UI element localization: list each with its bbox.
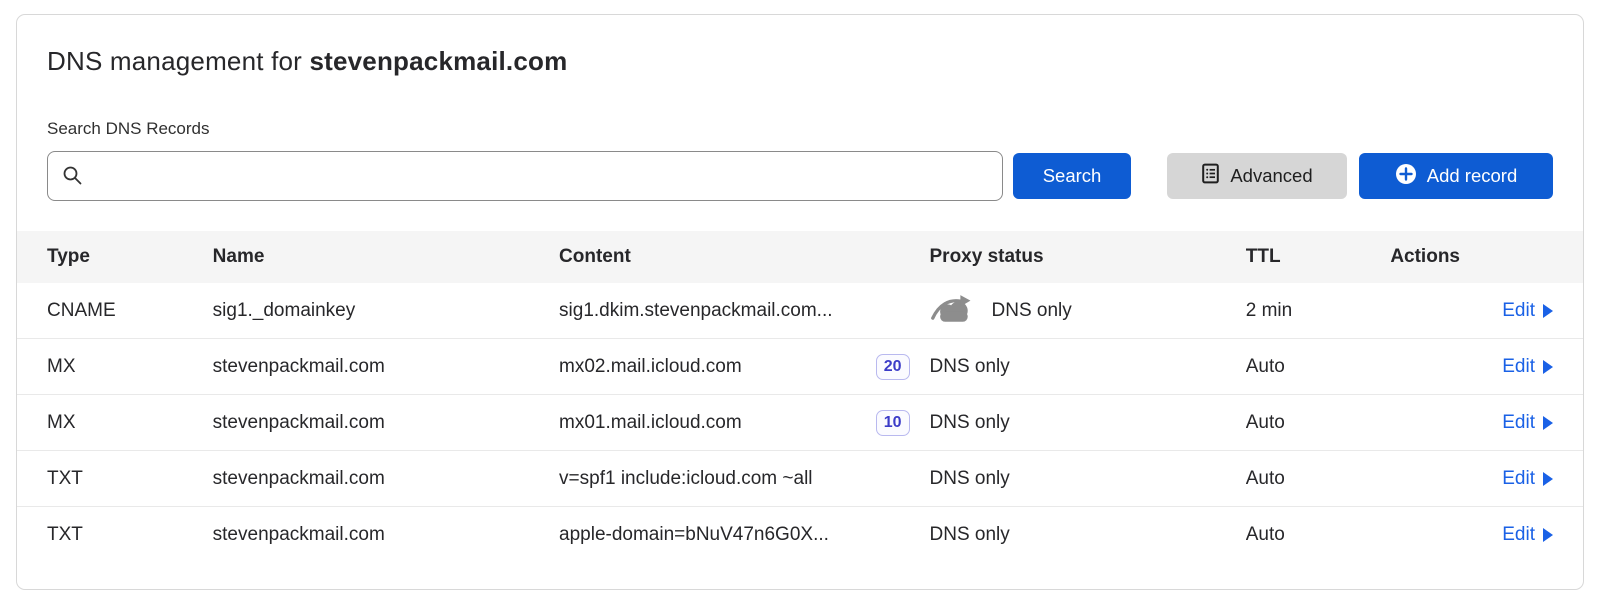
- proxy-status-cell: DNS only: [930, 524, 1246, 546]
- priority-badge: 10: [876, 410, 910, 436]
- record-name: stevenpackmail.com: [213, 356, 559, 378]
- record-content: v=spf1 include:icloud.com ~all: [559, 468, 929, 490]
- edit-link[interactable]: Edit: [1502, 412, 1553, 434]
- proxy-status-text: DNS only: [930, 524, 1010, 546]
- advanced-button[interactable]: Advanced: [1167, 153, 1347, 199]
- record-type: TXT: [47, 468, 213, 490]
- record-ttl: Auto: [1246, 412, 1391, 434]
- priority-badge: 20: [876, 354, 910, 380]
- add-record-button[interactable]: Add record: [1359, 153, 1553, 199]
- column-header-ttl: TTL: [1246, 246, 1391, 268]
- page-title: DNS management for stevenpackmail.com: [47, 46, 1553, 77]
- proxy-status-text: DNS only: [930, 412, 1010, 434]
- record-ttl: Auto: [1246, 524, 1391, 546]
- record-content: mx01.mail.icloud.com 10: [559, 410, 929, 436]
- table-row: TXT stevenpackmail.com v=spf1 include:ic…: [17, 451, 1583, 507]
- right-triangle-icon: [1543, 416, 1553, 430]
- search-input[interactable]: [47, 151, 1003, 201]
- record-name: stevenpackmail.com: [213, 524, 559, 546]
- record-content: sig1.dkim.stevenpackmail.com...: [559, 300, 929, 322]
- column-header-proxy: Proxy status: [930, 246, 1246, 268]
- proxy-status-cell: DNS only: [930, 468, 1246, 490]
- record-name: stevenpackmail.com: [213, 412, 559, 434]
- table-row: TXT stevenpackmail.com apple-domain=bNuV…: [17, 507, 1583, 563]
- record-type: TXT: [47, 524, 213, 546]
- column-header-content: Content: [559, 246, 929, 268]
- column-header-actions: Actions: [1390, 246, 1553, 268]
- proxy-status-cell: DNS only: [930, 293, 1246, 329]
- table-row: MX stevenpackmail.com mx01.mail.icloud.c…: [17, 395, 1583, 451]
- search-button[interactable]: Search: [1013, 153, 1131, 199]
- gray-cloud-arrow-icon: [930, 293, 976, 329]
- record-content: mx02.mail.icloud.com 20: [559, 354, 929, 380]
- edit-link[interactable]: Edit: [1502, 468, 1553, 490]
- proxy-status-cell: DNS only: [930, 356, 1246, 378]
- record-ttl: 2 min: [1246, 300, 1391, 322]
- dns-management-card: DNS management for stevenpackmail.com Se…: [16, 14, 1584, 590]
- plus-circle-icon: [1395, 163, 1417, 190]
- record-type: MX: [47, 412, 213, 434]
- record-name: stevenpackmail.com: [213, 468, 559, 490]
- column-header-type: Type: [47, 246, 213, 268]
- search-label: Search DNS Records: [47, 119, 1553, 139]
- domain-name: stevenpackmail.com: [309, 46, 567, 76]
- proxy-status-text: DNS only: [930, 356, 1010, 378]
- edit-link[interactable]: Edit: [1502, 524, 1553, 546]
- right-triangle-icon: [1543, 472, 1553, 486]
- table-body: CNAME sig1._domainkey sig1.dkim.stevenpa…: [17, 283, 1583, 563]
- table-row: CNAME sig1._domainkey sig1.dkim.stevenpa…: [17, 283, 1583, 339]
- dns-records-table: Type Name Content Proxy status TTL Actio…: [17, 231, 1583, 563]
- proxy-status-text: DNS only: [992, 300, 1072, 322]
- record-content: apple-domain=bNuV47n6G0X...: [559, 524, 929, 546]
- proxy-status-text: DNS only: [930, 468, 1010, 490]
- column-header-name: Name: [213, 246, 559, 268]
- record-ttl: Auto: [1246, 468, 1391, 490]
- proxy-status-cell: DNS only: [930, 412, 1246, 434]
- right-triangle-icon: [1543, 528, 1553, 542]
- record-type: MX: [47, 356, 213, 378]
- table-header-row: Type Name Content Proxy status TTL Actio…: [17, 231, 1583, 283]
- table-row: MX stevenpackmail.com mx02.mail.icloud.c…: [17, 339, 1583, 395]
- record-name: sig1._domainkey: [213, 300, 559, 322]
- right-triangle-icon: [1543, 304, 1553, 318]
- right-triangle-icon: [1543, 360, 1553, 374]
- edit-link[interactable]: Edit: [1502, 300, 1553, 322]
- record-ttl: Auto: [1246, 356, 1391, 378]
- search-toolbar: Search Advanced Add record: [47, 151, 1553, 201]
- record-type: CNAME: [47, 300, 213, 322]
- search-icon: [62, 165, 83, 191]
- edit-link[interactable]: Edit: [1502, 356, 1553, 378]
- document-list-icon: [1201, 163, 1220, 189]
